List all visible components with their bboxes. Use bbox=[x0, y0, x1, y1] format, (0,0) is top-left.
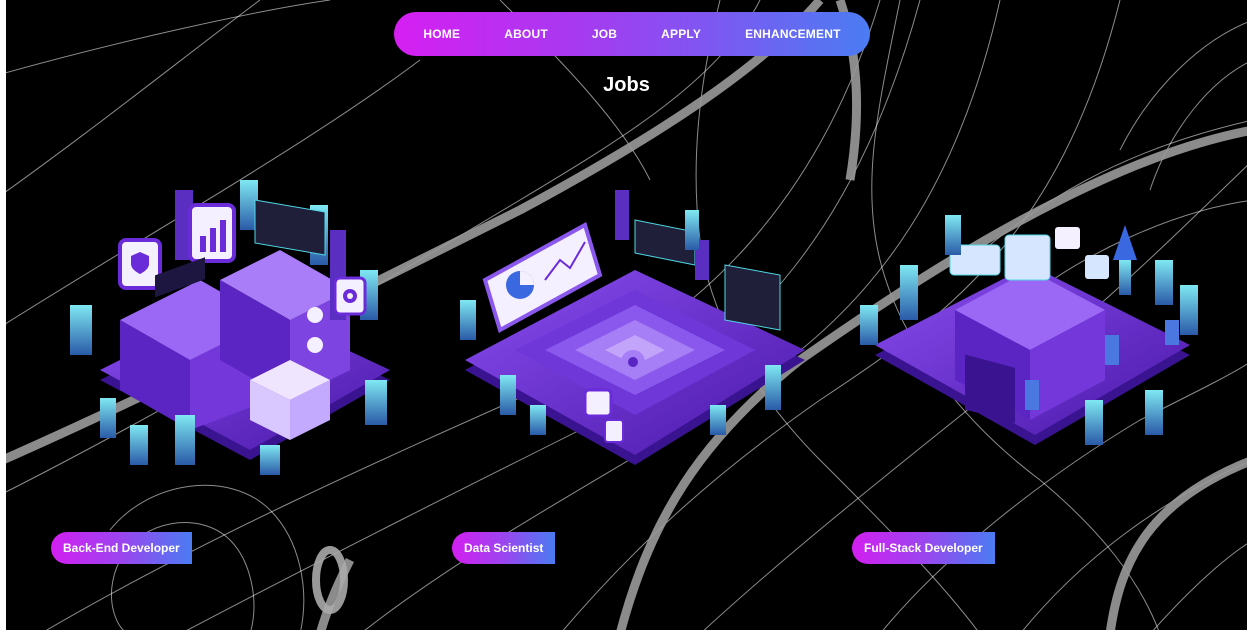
data-science-isometric-illustration bbox=[460, 190, 805, 465]
data-scientist-button[interactable]: Data Scientist bbox=[452, 532, 556, 564]
fullstack-isometric-illustration bbox=[860, 215, 1198, 445]
page: HOME ABOUT JOB APPLY ENHANCEMENT Jobs Ba… bbox=[0, 0, 1253, 634]
main-navigation: HOME ABOUT JOB APPLY ENHANCEMENT bbox=[394, 12, 870, 56]
frame-bottom-border bbox=[0, 630, 1253, 634]
full-stack-developer-button[interactable]: Full-Stack Developer bbox=[852, 532, 995, 564]
nav-job-link[interactable]: JOB bbox=[592, 27, 617, 41]
nav-enhancement-link[interactable]: ENHANCEMENT bbox=[745, 27, 841, 41]
nav-about-link[interactable]: ABOUT bbox=[504, 27, 548, 41]
backend-isometric-illustration bbox=[70, 180, 390, 475]
page-title: Jobs bbox=[603, 74, 650, 96]
back-end-developer-button[interactable]: Back-End Developer bbox=[51, 532, 192, 564]
nav-apply-link[interactable]: APPLY bbox=[661, 27, 701, 41]
nav-home-link[interactable]: HOME bbox=[423, 27, 460, 41]
